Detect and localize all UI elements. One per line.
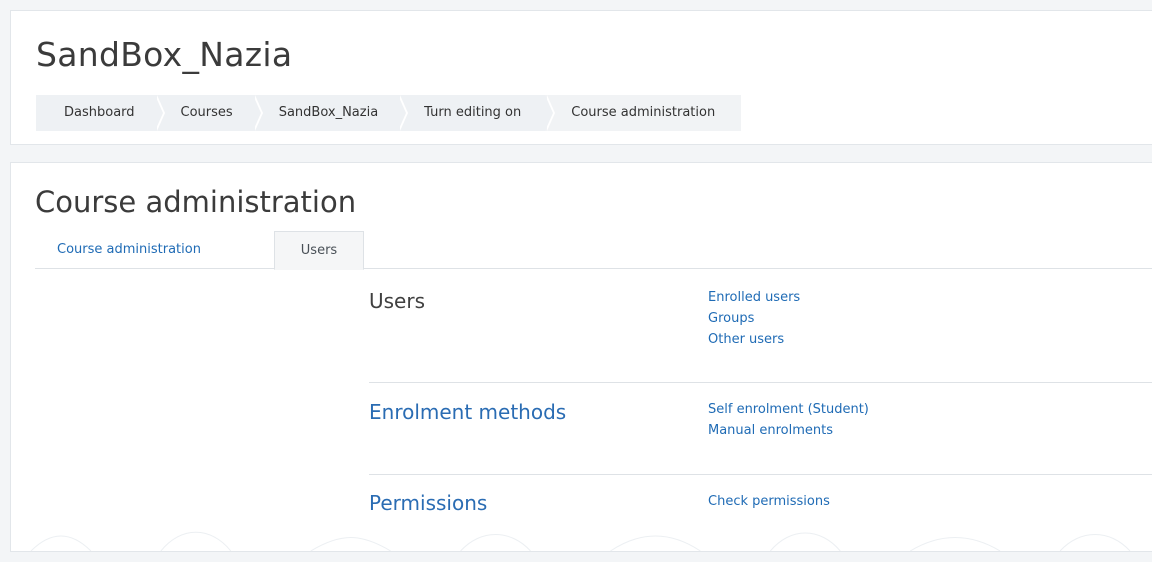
- breadcrumb-course[interactable]: SandBox_Nazia: [252, 95, 409, 131]
- link-check-permissions[interactable]: Check permissions: [708, 491, 830, 512]
- link-groups[interactable]: Groups: [708, 308, 800, 329]
- page-header: SandBox_Nazia Dashboard Courses SandBox_…: [10, 10, 1152, 145]
- link-self-enrolment[interactable]: Self enrolment (Student): [708, 399, 869, 420]
- section-users: Users Enrolled users Groups Other users: [369, 285, 1152, 381]
- link-other-users[interactable]: Other users: [708, 329, 800, 350]
- section-enrolment-methods: Enrolment methods Self enrolment (Studen…: [369, 382, 1152, 474]
- section-heading-enrolment-methods[interactable]: Enrolment methods: [369, 400, 566, 424]
- link-manual-enrolments[interactable]: Manual enrolments: [708, 420, 869, 441]
- main-region: Course administration Course administrat…: [10, 162, 1152, 552]
- course-title: SandBox_Nazia: [36, 35, 293, 74]
- breadcrumb-turn-editing-on[interactable]: Turn editing on: [398, 95, 556, 131]
- tab-bar: Course administration Users: [35, 231, 1152, 270]
- link-enrolled-users[interactable]: Enrolled users: [708, 287, 800, 308]
- page-heading: Course administration: [35, 185, 357, 219]
- breadcrumb: Dashboard Courses SandBox_Nazia Turn edi…: [36, 95, 742, 131]
- page: SandBox_Nazia Dashboard Courses SandBox_…: [0, 0, 1152, 562]
- section-users-links: Enrolled users Groups Other users: [708, 287, 800, 350]
- section-heading-users: Users: [369, 289, 426, 313]
- breadcrumb-course-administration: Course administration: [545, 95, 742, 131]
- footer-pattern-decoration: [30, 531, 1131, 551]
- section-enrolment-links: Self enrolment (Student) Manual enrolmen…: [708, 399, 869, 441]
- breadcrumb-courses[interactable]: Courses: [154, 95, 263, 131]
- breadcrumb-dashboard[interactable]: Dashboard: [36, 95, 165, 131]
- tab-course-administration[interactable]: Course administration: [35, 231, 272, 269]
- tab-users[interactable]: Users: [274, 231, 364, 270]
- section-permissions-links: Check permissions: [708, 491, 830, 512]
